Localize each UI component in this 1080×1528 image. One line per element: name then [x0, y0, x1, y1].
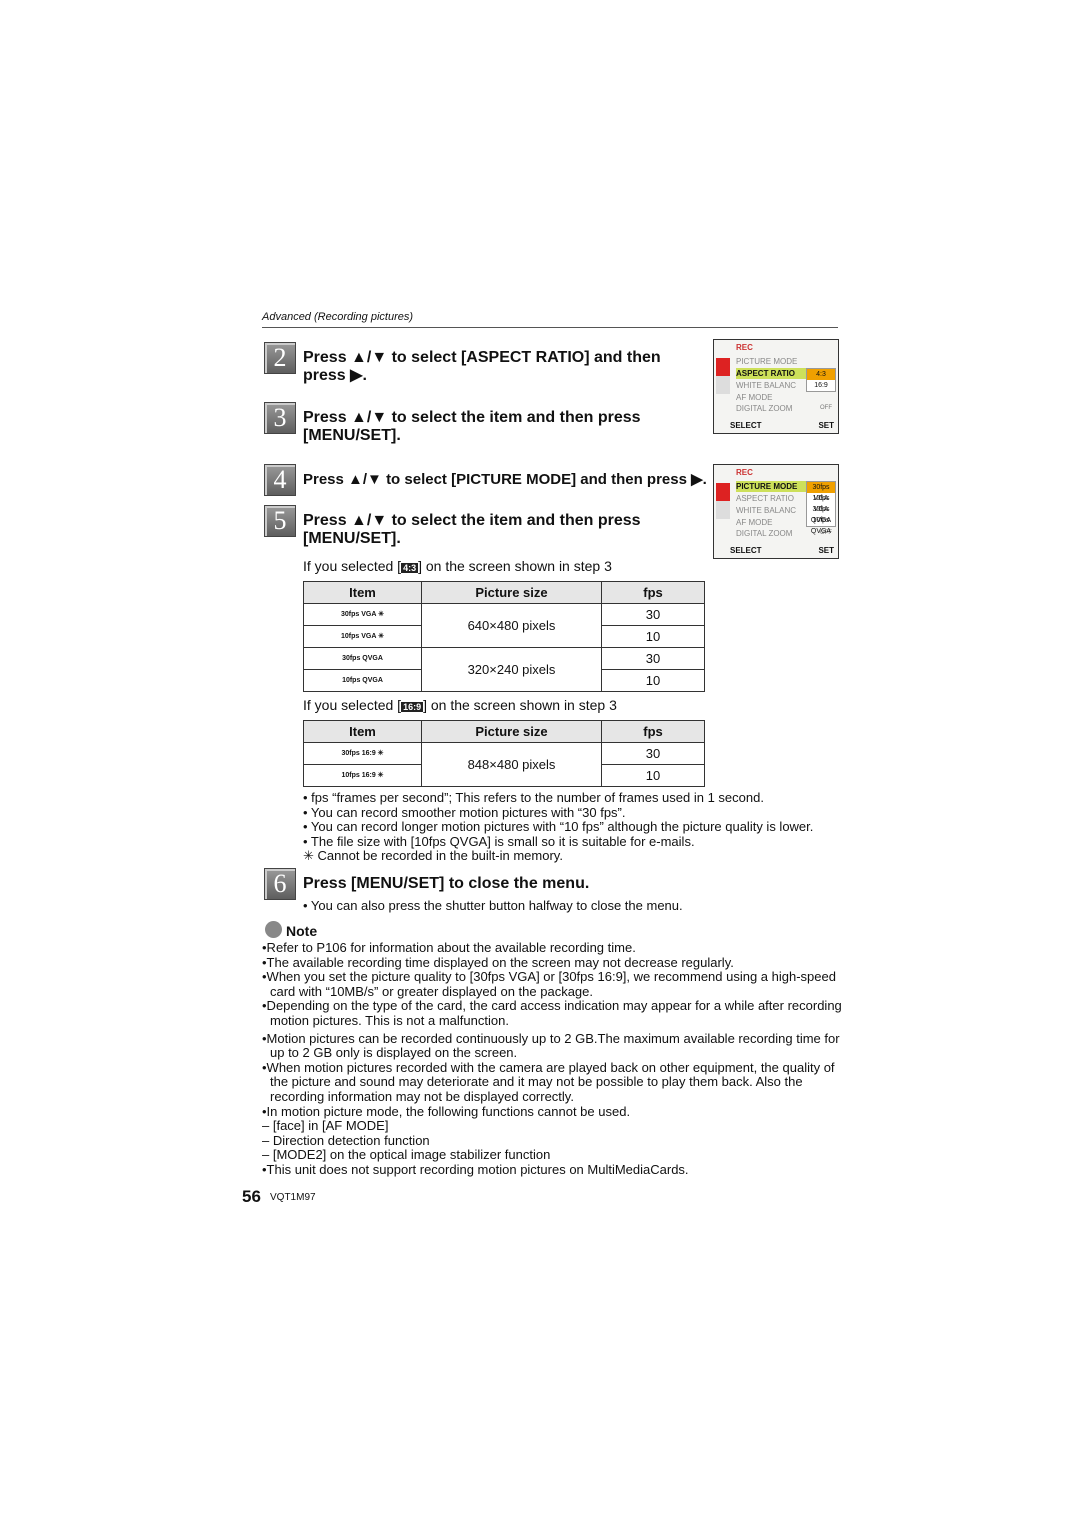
camera-icon	[716, 483, 730, 501]
set-label: SET	[818, 546, 834, 555]
option: 30fps QVGA	[810, 506, 832, 524]
aspect-16-9-icon: 16:9	[401, 702, 424, 712]
menu-item: AF MODE	[736, 393, 773, 402]
doc-code: VQT1M97	[270, 1192, 316, 1203]
step-number: 4	[264, 464, 296, 496]
menu-item: DIGITAL ZOOM	[736, 404, 793, 413]
select-label: SELECT	[730, 546, 762, 555]
option: 16:9	[814, 382, 828, 389]
camera-screen-aspect: REC PICTURE MODE ASPECT RATIO WHITE BALA…	[713, 339, 839, 434]
column-header: Item	[303, 720, 422, 743]
table-row: 30fps VGA ✳ 640×480 pixels 30	[303, 603, 705, 648]
bullet-list: • fps “frames per second”; This refers t…	[303, 790, 814, 864]
header-rule	[262, 327, 838, 328]
page-number: 56	[242, 1187, 261, 1206]
menu-item-selected: PICTURE MODE	[736, 481, 806, 492]
step-number: 2	[264, 342, 296, 374]
column-header: Item	[303, 581, 422, 604]
step-number: 6	[264, 868, 296, 900]
camera-icon	[716, 358, 730, 376]
option: 4:3	[807, 369, 835, 380]
step-text: Press ▲/▼ to select [ASPECT RATIO] and t…	[303, 349, 661, 384]
menu-item-selected: ASPECT RATIO	[736, 368, 806, 379]
option: 10fps VGA	[812, 495, 830, 513]
aspect-4-3-icon: 4:3	[401, 563, 419, 573]
wrench-icon	[716, 501, 730, 519]
manual-page: Advanced (Recording pictures) 2 Press ▲/…	[0, 0, 1080, 1528]
table-row: 30fps 16:9 ✳ 848×480 pixels 30	[303, 742, 705, 787]
menu-item: WHITE BALANC	[736, 506, 797, 515]
note-list: •Refer to P106 for information about the…	[262, 940, 842, 1177]
rec-label: REC	[736, 468, 753, 477]
column-header: fps	[601, 720, 705, 743]
step-number: 5	[264, 505, 296, 537]
wrench-icon	[716, 376, 730, 394]
section-header: Advanced (Recording pictures)	[262, 311, 414, 323]
menu-item: AF MODE	[736, 518, 773, 527]
camera-screen-mode: REC PICTURE MODE ASPECT RATIO WHITE BALA…	[713, 464, 839, 559]
column-header: Picture size	[421, 720, 602, 743]
table1-caption: If you selected [4:3] on the screen show…	[303, 558, 612, 574]
note-icon	[265, 921, 282, 938]
table-4-3: Item Picture size fps 30fps VGA ✳ 640×480 p…	[303, 581, 705, 692]
note-title: Note	[286, 923, 318, 939]
menu-item: PICTURE MODE	[736, 357, 798, 366]
table2-caption: If you selected [16:9] on the screen sho…	[303, 697, 617, 713]
column-header: fps	[601, 581, 705, 604]
set-label: SET	[818, 421, 834, 430]
table-row: 30fps QVGA 320×240 pixels 30	[303, 647, 705, 692]
step-text: Press ▲/▼ to select the item and then pr…	[303, 409, 641, 444]
digital-zoom-value: OFF	[820, 405, 832, 411]
menu-item: WHITE BALANC	[736, 381, 797, 390]
table-16-9: Item Picture size fps 30fps 16:9 ✳ 848×480 …	[303, 720, 705, 787]
select-label: SELECT	[730, 421, 762, 430]
step-text: Press ▲/▼ to select the item and then pr…	[303, 512, 641, 547]
menu-item: DIGITAL ZOOM	[736, 529, 793, 538]
step-number: 3	[264, 402, 296, 434]
aspect-popup: 4:3 16:9	[806, 368, 836, 392]
step-text: Press [MENU/SET] to close the menu.	[303, 875, 590, 892]
camera-tabs	[716, 358, 730, 394]
step-text: Press ▲/▼ to select [PICTURE MODE] and t…	[303, 471, 707, 488]
rec-label: REC	[736, 343, 753, 352]
column-header: Picture size	[421, 581, 602, 604]
mode-popup: 30fps VGA 10fps VGA 30fps QVGA 10fps QVGA	[806, 481, 836, 535]
option: 30fps VGA	[807, 482, 835, 502]
menu-item: ASPECT RATIO	[736, 494, 794, 503]
camera-tabs	[716, 483, 730, 519]
step6-bullet: • You can also press the shutter button …	[303, 898, 683, 913]
